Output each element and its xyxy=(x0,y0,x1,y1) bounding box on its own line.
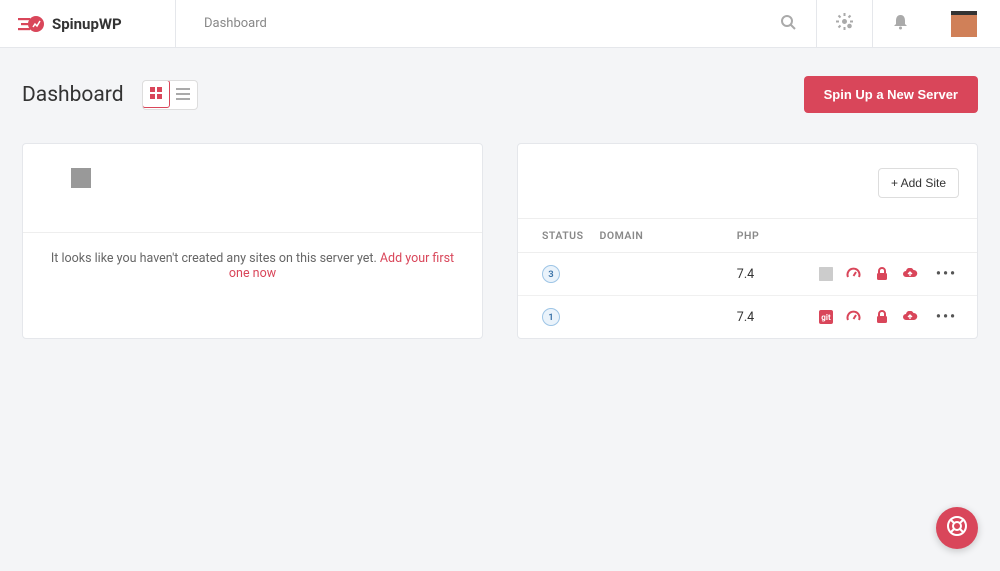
backup-icon[interactable] xyxy=(901,308,919,326)
cache-icon[interactable] xyxy=(845,308,863,326)
col-actions xyxy=(799,219,977,253)
settings-button[interactable] xyxy=(816,0,872,47)
col-php: PHP xyxy=(729,219,799,253)
gear-icon xyxy=(836,13,853,34)
topbar: SpinupWP Dashboard xyxy=(0,0,1000,48)
domain-cell xyxy=(591,296,728,339)
bell-icon xyxy=(893,14,908,34)
avatar xyxy=(951,11,977,37)
spin-up-server-button[interactable]: Spin Up a New Server xyxy=(804,76,978,113)
server-card-empty: It looks like you haven't created any si… xyxy=(22,143,483,339)
list-icon xyxy=(176,85,190,104)
empty-state-text: It looks like you haven't created any si… xyxy=(51,251,380,266)
notifications-button[interactable] xyxy=(872,0,928,47)
git-icon[interactable]: git xyxy=(817,265,835,283)
grid-view-button[interactable] xyxy=(142,80,170,108)
search-button[interactable] xyxy=(760,0,816,47)
cache-icon[interactable] xyxy=(845,265,863,283)
svg-text:git: git xyxy=(821,313,831,322)
table-row[interactable]: 1 7.4 git ••• xyxy=(518,296,977,339)
search-icon xyxy=(780,14,796,34)
brand-logo[interactable]: SpinupWP xyxy=(0,0,176,47)
server-thumbnail xyxy=(71,168,91,188)
table-header-row: STATUS DOMAIN PHP xyxy=(518,219,977,253)
page-header: Dashboard Spin Up a New Server xyxy=(0,48,1000,113)
spinupwp-logo-icon xyxy=(18,13,44,35)
grid-icon xyxy=(150,84,162,103)
more-actions-button[interactable]: ••• xyxy=(936,266,957,282)
svg-text:git: git xyxy=(821,270,831,279)
user-menu[interactable] xyxy=(928,0,1000,47)
sites-table: STATUS DOMAIN PHP 3 7.4 git ••• 1 7.4 gi… xyxy=(518,218,977,338)
empty-state-message: It looks like you haven't created any si… xyxy=(23,232,482,299)
list-view-button[interactable] xyxy=(169,81,197,109)
breadcrumb[interactable]: Dashboard xyxy=(176,16,267,31)
view-toggle xyxy=(142,80,198,110)
server-card-header: + Add Site xyxy=(518,144,977,218)
git-icon[interactable]: git xyxy=(817,308,835,326)
actions-cell: git ••• xyxy=(799,296,977,339)
topbar-right xyxy=(760,0,1000,47)
col-domain: DOMAIN xyxy=(591,219,728,253)
add-site-button[interactable]: + Add Site xyxy=(878,168,959,198)
table-row[interactable]: 3 7.4 git ••• xyxy=(518,253,977,296)
brand-name: SpinupWP xyxy=(52,15,122,33)
status-badge: 3 xyxy=(542,265,560,283)
lifebuoy-icon xyxy=(946,515,968,541)
domain-cell xyxy=(591,253,728,296)
col-status: STATUS xyxy=(518,219,591,253)
page-title: Dashboard xyxy=(22,83,124,107)
php-cell: 7.4 xyxy=(729,253,799,296)
help-button[interactable] xyxy=(936,507,978,549)
more-actions-button[interactable]: ••• xyxy=(936,309,957,325)
status-badge: 1 xyxy=(542,308,560,326)
actions-cell: git ••• xyxy=(799,253,977,296)
lock-icon[interactable] xyxy=(873,265,891,283)
backup-icon[interactable] xyxy=(901,265,919,283)
php-cell: 7.4 xyxy=(729,296,799,339)
lock-icon[interactable] xyxy=(873,308,891,326)
server-card-header xyxy=(23,144,482,232)
server-card: + Add Site STATUS DOMAIN PHP 3 7.4 git •… xyxy=(517,143,978,339)
server-cards: It looks like you haven't created any si… xyxy=(0,113,1000,369)
